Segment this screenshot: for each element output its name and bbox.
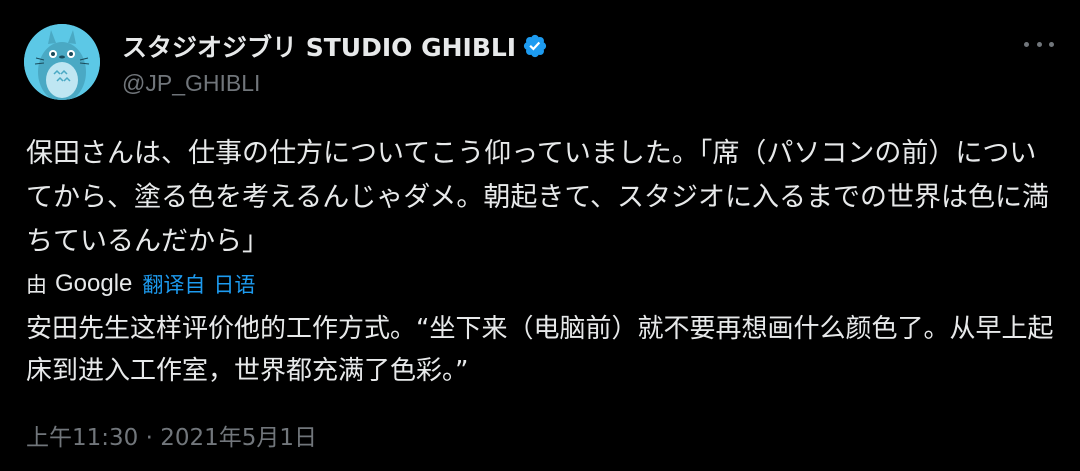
translated-by-label: 由 (26, 273, 47, 297)
totoro-avatar-icon (24, 24, 100, 100)
source-language-link[interactable]: 日语 (213, 269, 255, 299)
avatar[interactable] (24, 24, 100, 100)
verified-badge-icon (522, 33, 548, 59)
more-horizontal-icon[interactable] (1024, 36, 1054, 52)
translation-attribution: 由 Google 翻译自 日语 (26, 268, 255, 300)
handle[interactable]: @JP_GHIBLI (122, 70, 548, 97)
tweet-header: スタジオジブリ STUDIO GHIBLI @JP_GHIBLI (122, 26, 548, 97)
tweet-text: 保田さんは、仕事の仕方についてこう仰っていました。「席（パソコンの前）についてか… (26, 138, 1050, 257)
timestamp[interactable]: 上午11:30 · 2021年5月1日 (26, 418, 317, 452)
translated-from-link[interactable]: 翻译自 (142, 269, 205, 299)
name-row: スタジオジブリ STUDIO GHIBLI (122, 26, 548, 66)
google-logo: Google (55, 270, 133, 297)
translated-text: 安田先生这样评价他的工作方式。“坐下来（电脑前）就不要再想画什么颜色了。从早上起… (26, 314, 1054, 386)
display-name[interactable]: スタジオジブリ STUDIO GHIBLI (122, 28, 516, 64)
